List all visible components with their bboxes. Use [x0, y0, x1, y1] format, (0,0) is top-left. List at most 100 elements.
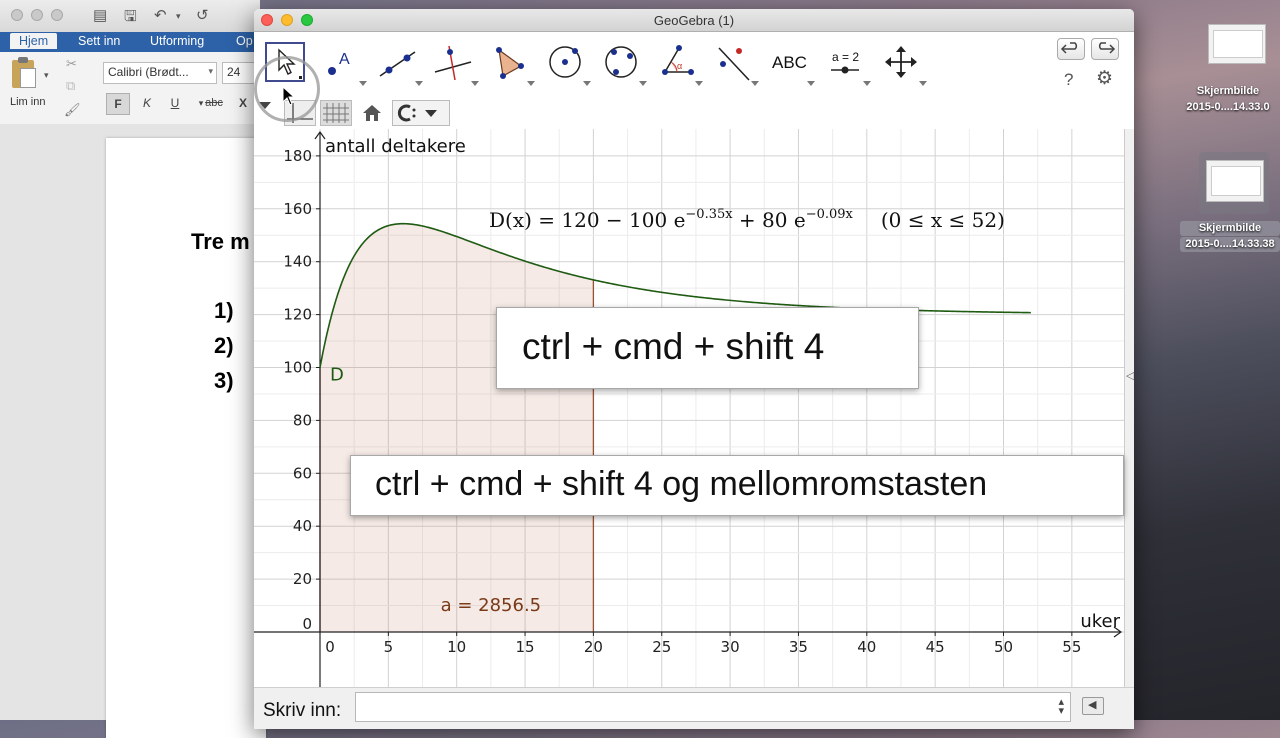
- italic-button[interactable]: K: [136, 93, 158, 113]
- undo-dropdown-icon[interactable]: ▾: [176, 11, 181, 22]
- save-icon[interactable]: 🖫: [124, 6, 137, 31]
- perpendicular-tool-button[interactable]: [433, 42, 479, 86]
- cut-icon[interactable]: ✂: [66, 56, 77, 72]
- function-label: D: [330, 365, 344, 386]
- reflect-tool-button[interactable]: [713, 42, 759, 86]
- undo-icon: [1060, 42, 1078, 54]
- tool-menu-icon: [359, 81, 367, 86]
- document-list-item: 1): [214, 298, 234, 323]
- home-icon: [363, 105, 381, 121]
- chevron-updown-icon[interactable]: ▴ ▾: [1058, 697, 1064, 717]
- circle-tool-button[interactable]: [545, 42, 591, 86]
- file-name: Skjermbilde: [1196, 85, 1260, 97]
- formula-part: + 80 e: [733, 208, 806, 232]
- perpendicular-line-icon: [434, 45, 472, 81]
- x-tick-label: 10: [447, 638, 466, 656]
- angle-tool-button[interactable]: α: [657, 42, 703, 86]
- x-tick-label: 35: [789, 638, 808, 656]
- slider-tool-button[interactable]: a = 2: [825, 42, 871, 86]
- integral-area: [320, 223, 594, 633]
- geogebra-titlebar: GeoGebra (1): [254, 9, 1134, 32]
- word-page: [106, 138, 266, 738]
- tab-options[interactable]: Op: [236, 34, 253, 48]
- y-tick-label: 180: [283, 147, 312, 165]
- line-tool-button[interactable]: [377, 42, 423, 86]
- bold-button[interactable]: F: [106, 93, 130, 115]
- side-panel-toggle[interactable]: ◁: [1124, 129, 1134, 687]
- undo-button[interactable]: [1057, 38, 1085, 60]
- home-button[interactable]: [358, 100, 386, 126]
- conic-tool-button[interactable]: [601, 42, 647, 86]
- paste-label: Lim inn: [10, 96, 46, 108]
- x-axis-label: uker: [1080, 611, 1120, 632]
- circle-through-points-icon: [605, 46, 637, 78]
- format-painter-icon[interactable]: 🖌: [64, 102, 81, 118]
- point-tool-button[interactable]: A: [321, 42, 367, 86]
- formula-domain: (0 ≤ x ≤ 52): [881, 208, 1005, 232]
- word-titlebar: ▤ 🖫 ↶ ▾ ↺: [0, 0, 260, 32]
- text-tool-button[interactable]: ABC: [769, 42, 815, 86]
- graphics-view[interactable]: 0 5 10 15 20 25 30 35 40 45 50 55 0 20 40 60 80 100 120 140…: [254, 129, 1124, 687]
- tool-menu-icon: [863, 81, 871, 86]
- underline-button[interactable]: U: [164, 93, 186, 113]
- word-close-button[interactable]: [11, 9, 23, 21]
- tab-design[interactable]: Utforming: [150, 34, 204, 48]
- area-label: a = 2856.5: [441, 595, 542, 616]
- copy-icon[interactable]: ⧉: [66, 78, 75, 94]
- svg-text:α: α: [677, 61, 682, 71]
- file-thumbnail-icon: [1208, 24, 1266, 64]
- file-name: Skjermbilde: [1180, 221, 1280, 236]
- redo-button[interactable]: [1091, 38, 1119, 60]
- tab-home[interactable]: Hjem: [10, 33, 58, 49]
- font-name-select[interactable]: Calibri (Brødt... ▾: [103, 62, 217, 84]
- input-help-icon: ◀: [1088, 699, 1097, 711]
- shortcut-text: ctrl + cmd + shift 4 og mellomromstasten: [375, 465, 988, 503]
- text-tool-label: ABC: [772, 53, 807, 72]
- subscript-button[interactable]: X: [232, 93, 254, 113]
- tool-menu-icon: [751, 81, 759, 86]
- keyboard-toggle-button[interactable]: ◀: [1082, 697, 1104, 715]
- word-window: ▤ 🖫 ↶ ▾ ↺ Hjem Sett inn Utforming Op ▾ L…: [0, 0, 266, 738]
- file-thumbnail-icon: [1206, 160, 1264, 202]
- formula-part: D(x) = 120 − 100 e: [489, 208, 685, 232]
- tool-menu-icon: [527, 81, 535, 86]
- word-ribbon: ▾ Lim inn ✂ ⧉ 🖌 Calibri (Brødt... ▾ 24: [0, 52, 262, 125]
- window-title: GeoGebra (1): [653, 13, 735, 28]
- tool-menu-icon: [919, 81, 927, 86]
- y-tick-label: 160: [283, 200, 312, 218]
- x-tick-label: 5: [384, 638, 394, 656]
- input-label: Skriv inn:: [263, 700, 342, 721]
- font-name-value: Calibri (Brødt...: [108, 65, 189, 79]
- undo-icon[interactable]: ↶: [154, 6, 167, 24]
- formula-exponent: −0.09x: [806, 207, 854, 222]
- mouse-pointer-icon: [282, 86, 296, 106]
- strikethrough-button[interactable]: abc: [203, 93, 225, 113]
- tool-menu-icon: [471, 81, 479, 86]
- grid-toggle-button[interactable]: [320, 100, 352, 126]
- font-size-value: 24: [227, 65, 241, 79]
- point-capturing-button[interactable]: [392, 100, 450, 126]
- tool-menu-icon: [695, 81, 703, 86]
- gear-icon[interactable]: ⚙: [1096, 67, 1113, 90]
- redo-icon[interactable]: ↺: [196, 6, 209, 24]
- paste-icon[interactable]: [12, 57, 36, 88]
- x-tick-label: 0: [325, 638, 335, 656]
- help-icon[interactable]: ?: [1064, 70, 1073, 90]
- input-field[interactable]: ▴ ▾: [355, 692, 1071, 722]
- move-view-tool-button[interactable]: [881, 42, 927, 86]
- y-tick-label: 80: [293, 411, 312, 429]
- paste-dropdown-icon[interactable]: ▾: [44, 70, 49, 81]
- x-tick-label: 45: [926, 638, 945, 656]
- y-tick-label: 20: [293, 570, 312, 588]
- word-minimize-button[interactable]: [31, 9, 43, 21]
- sidebar-icon[interactable]: ▤: [93, 6, 107, 24]
- document-heading: Tre m: [191, 229, 250, 254]
- grid-icon: [323, 103, 349, 123]
- word-zoom-button[interactable]: [51, 9, 63, 21]
- file-date: 2015-0....14.33.38: [1180, 237, 1280, 252]
- slider-icon: [831, 66, 859, 74]
- y-tick-label: 120: [283, 306, 312, 324]
- x-tick-label: 55: [1062, 638, 1081, 656]
- polygon-tool-button[interactable]: [489, 42, 535, 86]
- tab-insert[interactable]: Sett inn: [78, 34, 120, 48]
